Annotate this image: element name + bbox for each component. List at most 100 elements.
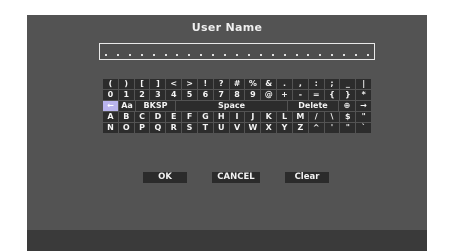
- key[interactable]: P: [134, 123, 150, 133]
- keyboard-row-letters-upper-2: N O P Q R S T U V W X Y Z ^ ' " `: [103, 123, 372, 133]
- bottom-bar: [27, 230, 427, 251]
- key[interactable]: Q: [150, 123, 166, 133]
- key[interactable]: 2: [134, 90, 150, 100]
- left-arrow-icon[interactable]: ←: [103, 101, 118, 111]
- name-slot-marker: [224, 54, 227, 56]
- key[interactable]: X: [261, 123, 277, 133]
- key[interactable]: W: [245, 123, 261, 133]
- ok-button[interactable]: OK: [143, 172, 187, 183]
- user-name-field[interactable]: [99, 43, 375, 60]
- name-slot-marker: [343, 54, 346, 56]
- name-slot-marker: [116, 54, 119, 56]
- key[interactable]: 0: [103, 90, 118, 100]
- key[interactable]: D: [150, 112, 166, 122]
- key[interactable]: K: [261, 112, 277, 122]
- key[interactable]: R: [166, 123, 182, 133]
- key[interactable]: (: [103, 79, 118, 89]
- name-slot-marker: [366, 54, 369, 56]
- key[interactable]: |: [356, 79, 372, 89]
- name-slot-marker: [164, 54, 167, 56]
- keyboard-row-symbols: ()[] < >!? #% &.,:; _ |: [103, 79, 372, 89]
- key[interactable]: @: [261, 90, 277, 100]
- key[interactable]: ?: [213, 79, 229, 89]
- key[interactable]: #: [229, 79, 245, 89]
- name-slot-marker: [331, 54, 334, 56]
- key[interactable]: %: [245, 79, 261, 89]
- key[interactable]: `: [356, 123, 372, 133]
- key[interactable]: 8: [229, 90, 245, 100]
- keyboard-row-letters-upper-1: A B C D E F G H I J K L M / \ $ ": [103, 112, 372, 122]
- delete-key[interactable]: Delete: [288, 101, 338, 111]
- key[interactable]: C: [134, 112, 150, 122]
- backspace-key[interactable]: BKSP: [136, 101, 175, 111]
- key[interactable]: L: [277, 112, 292, 122]
- key[interactable]: +: [277, 90, 292, 100]
- key[interactable]: {: [324, 90, 340, 100]
- key[interactable]: =: [308, 90, 324, 100]
- name-slot-marker: [247, 54, 250, 56]
- key[interactable]: >: [182, 79, 197, 89]
- key[interactable]: 1: [118, 90, 134, 100]
- key[interactable]: A: [103, 112, 118, 122]
- key[interactable]: I: [229, 112, 245, 122]
- key[interactable]: -: [292, 90, 308, 100]
- name-slot-marker: [295, 54, 298, 56]
- name-slot-marker: [271, 54, 274, 56]
- name-slot-marker: [140, 54, 143, 56]
- key[interactable]: ": [340, 123, 356, 133]
- key[interactable]: O: [118, 123, 134, 133]
- key[interactable]: ;: [324, 79, 340, 89]
- key[interactable]: Y: [277, 123, 292, 133]
- key[interactable]: F: [182, 112, 197, 122]
- name-slot-marker: [259, 54, 262, 56]
- cancel-button[interactable]: CANCEL: [212, 172, 260, 183]
- key[interactable]: 6: [197, 90, 213, 100]
- key[interactable]: Z: [292, 123, 308, 133]
- key[interactable]: 5: [182, 90, 197, 100]
- key[interactable]: 9: [245, 90, 261, 100]
- key[interactable]: 3: [150, 90, 166, 100]
- name-slot-marker: [105, 54, 107, 56]
- key[interactable]: ]: [150, 79, 166, 89]
- on-screen-keyboard: ()[] < >!? #% &.,:; _ | 0 1 2 3 4 5 6 7 8 9 @ + - ={} * ← Aa…: [103, 79, 372, 134]
- clear-button[interactable]: Clear: [285, 172, 329, 183]
- key[interactable]: *: [356, 90, 372, 100]
- key[interactable]: G: [197, 112, 213, 122]
- space-key[interactable]: Space: [176, 101, 287, 111]
- key[interactable]: &: [261, 79, 277, 89]
- key[interactable]: J: [245, 112, 261, 122]
- key[interactable]: ,: [292, 79, 308, 89]
- key[interactable]: 7: [213, 90, 229, 100]
- key[interactable]: /: [308, 112, 324, 122]
- key[interactable]: ): [118, 79, 134, 89]
- key[interactable]: _: [340, 79, 356, 89]
- key[interactable]: }: [340, 90, 356, 100]
- key[interactable]: ": [356, 112, 372, 122]
- key[interactable]: T: [197, 123, 213, 133]
- key[interactable]: M: [292, 112, 308, 122]
- key[interactable]: N: [103, 123, 118, 133]
- key[interactable]: [: [134, 79, 150, 89]
- key[interactable]: \: [324, 112, 340, 122]
- name-slot-marker: [307, 54, 310, 56]
- keyboard-row-digits: 0 1 2 3 4 5 6 7 8 9 @ + - ={} *: [103, 90, 372, 100]
- key[interactable]: B: [118, 112, 134, 122]
- key[interactable]: $: [340, 112, 356, 122]
- key[interactable]: .: [277, 79, 292, 89]
- right-arrow-icon[interactable]: →: [356, 101, 371, 111]
- key[interactable]: 4: [166, 90, 182, 100]
- key[interactable]: U: [213, 123, 229, 133]
- globe-icon[interactable]: ⊕: [339, 101, 355, 111]
- key[interactable]: :: [308, 79, 324, 89]
- case-toggle-key[interactable]: Aa: [119, 101, 135, 111]
- name-slot-marker: [188, 54, 191, 56]
- key[interactable]: E: [166, 112, 182, 122]
- key[interactable]: H: [213, 112, 229, 122]
- key[interactable]: ': [324, 123, 340, 133]
- key[interactable]: !: [197, 79, 213, 89]
- dialog-title: User Name: [191, 21, 263, 34]
- key[interactable]: V: [229, 123, 245, 133]
- key[interactable]: S: [182, 123, 197, 133]
- key[interactable]: ^: [308, 123, 324, 133]
- key[interactable]: <: [166, 79, 182, 89]
